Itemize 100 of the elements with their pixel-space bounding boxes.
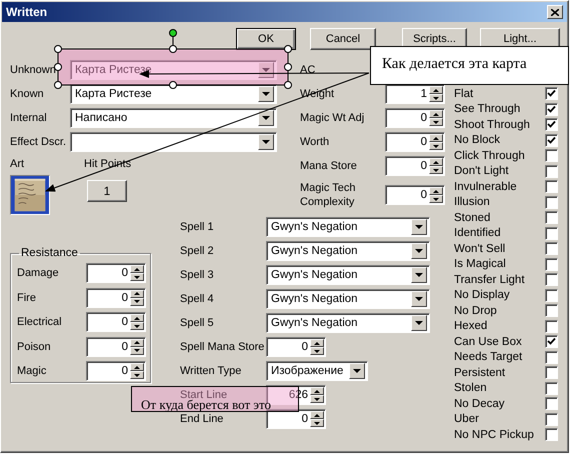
checkbox-label: Click Through bbox=[454, 150, 526, 162]
checkbox[interactable] bbox=[545, 226, 558, 240]
spin-field[interactable]: 0 bbox=[385, 185, 445, 205]
checkbox[interactable] bbox=[545, 149, 558, 162]
dropdown-field[interactable]: Gwyn's Negation bbox=[266, 289, 430, 309]
spin-field[interactable]: 0 bbox=[86, 263, 146, 284]
spin-up-button[interactable] bbox=[310, 339, 324, 347]
checkbox[interactable] bbox=[545, 320, 558, 333]
dialog-button[interactable]: OK bbox=[236, 28, 296, 50]
spin-down-button[interactable] bbox=[130, 322, 144, 330]
dropdown-field[interactable]: Gwyn's Negation bbox=[266, 313, 430, 333]
spin-up-button[interactable] bbox=[429, 158, 443, 166]
checkbox[interactable] bbox=[545, 350, 558, 364]
spin-up-button[interactable] bbox=[130, 314, 144, 322]
spin-up-button[interactable] bbox=[130, 338, 144, 347]
checkbox-label: Illusion bbox=[454, 196, 491, 208]
spin-down-button[interactable] bbox=[310, 347, 324, 355]
spin-down-button[interactable] bbox=[429, 195, 443, 203]
dropdown-field[interactable]: Gwyn's Negation bbox=[266, 265, 430, 285]
checkbox[interactable] bbox=[545, 211, 558, 224]
spin-field[interactable]: 0 bbox=[86, 361, 146, 382]
checkbox[interactable] bbox=[545, 102, 558, 116]
spin-field[interactable]: 0 bbox=[86, 312, 146, 332]
checkbox-label: Invulnerable bbox=[454, 180, 518, 193]
checkbox[interactable] bbox=[545, 397, 558, 410]
dropdown-button[interactable] bbox=[349, 363, 365, 379]
checkbox[interactable] bbox=[545, 134, 558, 147]
checkbox[interactable] bbox=[545, 242, 558, 256]
dropdown-field[interactable]: Изображение bbox=[266, 361, 368, 381]
spin-down-button[interactable] bbox=[130, 371, 144, 380]
checkbox[interactable] bbox=[545, 335, 558, 348]
dropdown-field[interactable]: Карта Ристезе bbox=[70, 60, 277, 80]
dropdown-button[interactable] bbox=[258, 62, 274, 78]
selection-frame[interactable] bbox=[54, 29, 292, 89]
spin-field[interactable]: 0 bbox=[385, 156, 445, 176]
spin-up-button[interactable] bbox=[130, 363, 144, 372]
dropdown-button[interactable] bbox=[411, 219, 427, 235]
checkbox-label: Stoned bbox=[454, 212, 492, 224]
dropdown-field[interactable]: Написано bbox=[70, 108, 277, 128]
dropdown-button[interactable] bbox=[411, 243, 427, 259]
checkbox[interactable] bbox=[545, 118, 558, 132]
spin-field[interactable]: 1 bbox=[385, 84, 445, 104]
dropdown-button[interactable] bbox=[411, 315, 427, 331]
dropdown-button[interactable] bbox=[258, 134, 274, 150]
spin-down-button[interactable] bbox=[429, 94, 443, 102]
art-label: Art bbox=[10, 158, 26, 170]
spin-field[interactable]: 0 bbox=[385, 108, 445, 128]
checkbox[interactable] bbox=[545, 87, 558, 100]
spin-up-button[interactable] bbox=[310, 387, 324, 395]
spin-field[interactable]: 0 bbox=[266, 337, 326, 357]
spin-up-button[interactable] bbox=[310, 411, 324, 419]
field-label: Magic bbox=[17, 365, 48, 378]
field-label: Unknown bbox=[10, 64, 57, 76]
spin-down-button[interactable] bbox=[130, 273, 144, 282]
checkbox-label: Flat bbox=[454, 88, 474, 100]
dropdown-field[interactable]: Карта Ристезе bbox=[70, 84, 277, 104]
spin-up-button[interactable] bbox=[429, 134, 443, 142]
field-label: Damage bbox=[17, 267, 60, 280]
dropdown-button[interactable] bbox=[258, 110, 274, 126]
checkbox[interactable] bbox=[545, 382, 558, 395]
dialog-button[interactable]: Cancel bbox=[310, 28, 376, 50]
spin-up-button[interactable] bbox=[429, 110, 443, 118]
dropdown-button[interactable] bbox=[411, 291, 427, 307]
dropdown-button[interactable] bbox=[258, 86, 274, 102]
checkbox[interactable] bbox=[545, 164, 558, 178]
checkbox[interactable] bbox=[545, 412, 558, 426]
checkbox[interactable] bbox=[545, 196, 558, 209]
dropdown-field[interactable]: Gwyn's Negation bbox=[266, 217, 430, 237]
close-icon bbox=[551, 8, 559, 16]
checkbox[interactable] bbox=[545, 180, 558, 194]
checkbox-label: No Block bbox=[454, 134, 502, 146]
field-label: Start Line bbox=[180, 390, 228, 400]
checkbox[interactable] bbox=[545, 288, 558, 302]
hit-points-button[interactable]: 1 bbox=[87, 180, 127, 202]
spin-field[interactable]: 0 bbox=[86, 288, 146, 308]
checkbox[interactable] bbox=[545, 273, 558, 286]
checkbox-label: Is Magical bbox=[454, 258, 507, 270]
field-label: Magic Tech Complexity bbox=[300, 181, 356, 209]
spin-up-button[interactable] bbox=[429, 187, 443, 195]
field-label: Spell 1 bbox=[180, 222, 215, 232]
spin-field[interactable]: 0 bbox=[266, 409, 326, 429]
spin-up-button[interactable] bbox=[429, 86, 443, 94]
spin-down-button[interactable] bbox=[429, 166, 443, 174]
checkbox-label: Persistent bbox=[454, 366, 506, 379]
dropdown-field[interactable] bbox=[70, 132, 277, 152]
dropdown-button[interactable] bbox=[411, 267, 427, 283]
spin-field[interactable]: 0 bbox=[86, 336, 146, 357]
spin-up-button[interactable] bbox=[130, 290, 144, 298]
checkbox[interactable] bbox=[545, 258, 558, 271]
close-button[interactable] bbox=[547, 5, 563, 19]
spin-down-button[interactable] bbox=[429, 142, 443, 150]
checkbox[interactable] bbox=[545, 428, 558, 442]
spin-up-button[interactable] bbox=[130, 265, 144, 274]
spin-down-button[interactable] bbox=[310, 395, 324, 403]
spin-down-button[interactable] bbox=[429, 118, 443, 126]
spin-down-button[interactable] bbox=[310, 419, 324, 427]
checkbox[interactable] bbox=[545, 304, 558, 318]
checkbox[interactable] bbox=[545, 366, 558, 380]
spin-field[interactable]: 0 bbox=[385, 132, 445, 152]
dropdown-field[interactable]: Gwyn's Negation bbox=[266, 241, 430, 261]
